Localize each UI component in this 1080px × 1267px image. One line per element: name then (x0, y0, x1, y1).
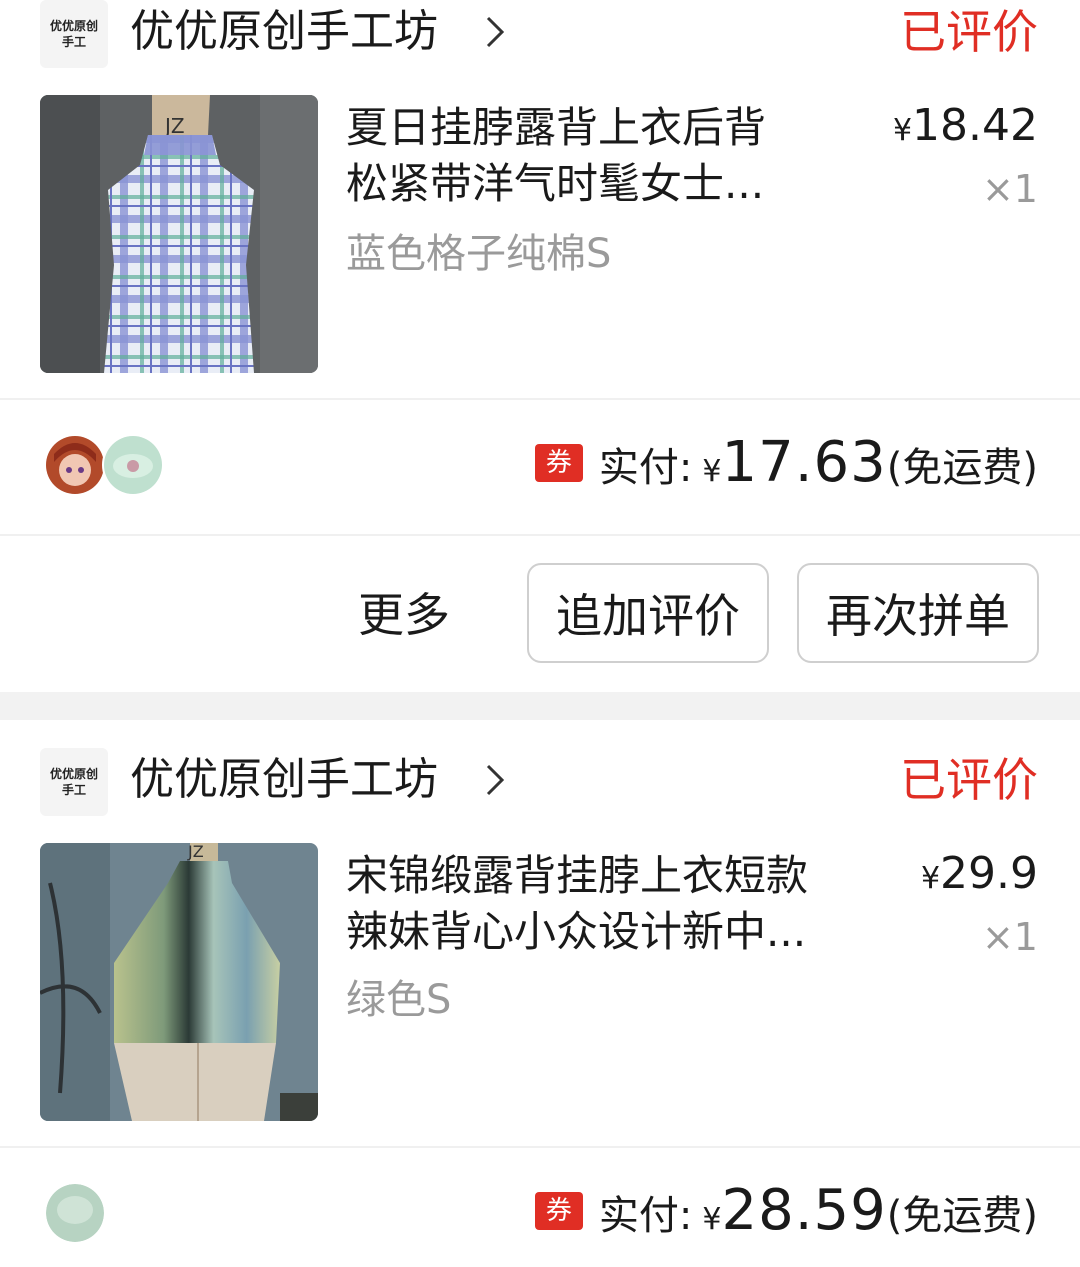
shop-logo[interactable]: 优优原创 手工 (40, 0, 108, 68)
paid-currency: ¥ (702, 454, 722, 489)
order-card[interactable]: 优优原创 手工 优优原创手工坊 已评价 JZ (0, 720, 1080, 1267)
product-title[interactable]: 夏日挂脖露背上衣后背 松紧带洋气时髦女士... (346, 100, 866, 212)
product-image[interactable]: JZ (40, 95, 318, 373)
shop-name[interactable]: 优优原创手工坊 (130, 0, 438, 64)
paid-label: 实付: (598, 1193, 693, 1239)
shipping-note: (免运费) (886, 1193, 1038, 1239)
avatar[interactable] (102, 434, 164, 496)
chevron-right-icon[interactable] (482, 12, 508, 52)
more-button[interactable]: 更多 (358, 580, 450, 650)
order-status: 已评价 (900, 5, 1038, 59)
coupon-badge: 券 (534, 1191, 583, 1230)
reorder-button[interactable]: 再次拼单 (797, 563, 1039, 663)
product-quantity: ×1 (981, 915, 1038, 959)
paid-amount: 17.63 (721, 430, 887, 495)
avatar[interactable] (44, 1182, 106, 1244)
product-price: ¥29.9 (920, 848, 1038, 899)
svg-text:JZ: JZ (187, 843, 204, 861)
product-price: ¥18.42 (892, 100, 1038, 151)
shop-name[interactable]: 优优原创手工坊 (130, 748, 438, 812)
product-spec: 绿色S (346, 977, 452, 1023)
payment-summary: 券 实付: ¥ 17.63 (免运费) (534, 430, 1038, 495)
product-image[interactable]: JZ (40, 843, 318, 1121)
divider (0, 1146, 1080, 1148)
shop-logo[interactable]: 优优原创 手工 (40, 748, 108, 816)
avatar[interactable] (44, 434, 106, 496)
divider (0, 534, 1080, 536)
paid-amount: 28.59 (721, 1178, 887, 1243)
product-title[interactable]: 宋锦缎露背挂脖上衣短款 辣妹背心小众设计新中... (346, 848, 866, 960)
coupon-badge: 券 (534, 443, 583, 482)
section-gap (0, 692, 1080, 720)
order-status: 已评价 (900, 753, 1038, 807)
paid-currency: ¥ (702, 1202, 722, 1237)
product-quantity: ×1 (981, 167, 1038, 211)
shipping-note: (免运费) (886, 445, 1038, 491)
add-review-button[interactable]: 追加评价 (527, 563, 769, 663)
chevron-right-icon[interactable] (482, 760, 508, 800)
product-spec: 蓝色格子纯棉S (346, 231, 612, 277)
payment-summary: 券 实付: ¥ 28.59 (免运费) (534, 1178, 1038, 1243)
divider (0, 398, 1080, 400)
paid-label: 实付: (598, 445, 693, 491)
svg-text:JZ: JZ (163, 114, 185, 138)
order-card[interactable]: 优优原创 手工 优优原创手工坊 已评价 JZ (0, 0, 1080, 692)
